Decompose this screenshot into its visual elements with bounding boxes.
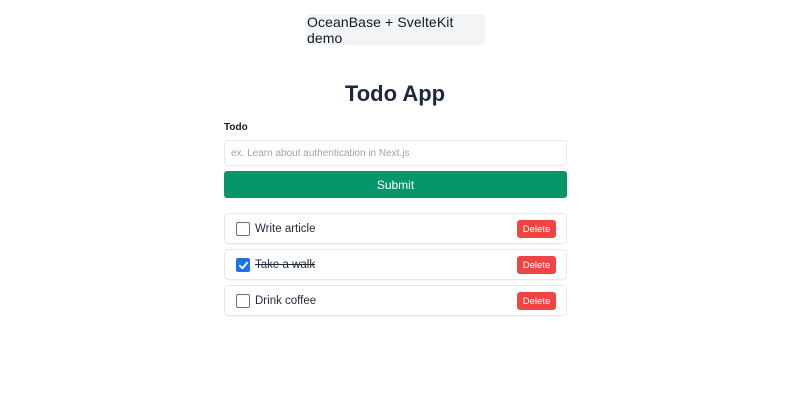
todo-form: Todo Submit [224,121,567,198]
todo-checkbox[interactable] [236,258,250,272]
delete-button[interactable]: Delete [517,256,556,274]
page-title: Todo App [344,81,446,106]
todo-item: Write article Delete [224,213,567,244]
todo-text: Write article [255,223,316,235]
todo-field-label: Todo [224,122,248,133]
checkmark-icon [238,261,248,269]
todo-item: Take a walk Delete [224,249,567,280]
todo-text: Drink coffee [255,295,317,307]
todo-checkbox[interactable] [236,294,250,308]
delete-button[interactable]: Delete [517,220,556,238]
todo-checkbox[interactable] [236,222,250,236]
submit-button[interactable]: Submit [224,171,567,198]
page: OceanBase + SvelteKit demo Todo App Todo… [0,0,800,410]
todo-list: Write article Delete Take a walk Delete … [224,213,567,321]
todo-input[interactable] [224,140,567,166]
demo-badge[interactable]: OceanBase + SvelteKit demo [307,14,485,46]
todo-item: Drink coffee Delete [224,285,567,316]
delete-button[interactable]: Delete [517,292,556,310]
todo-text: Take a walk [255,259,316,271]
